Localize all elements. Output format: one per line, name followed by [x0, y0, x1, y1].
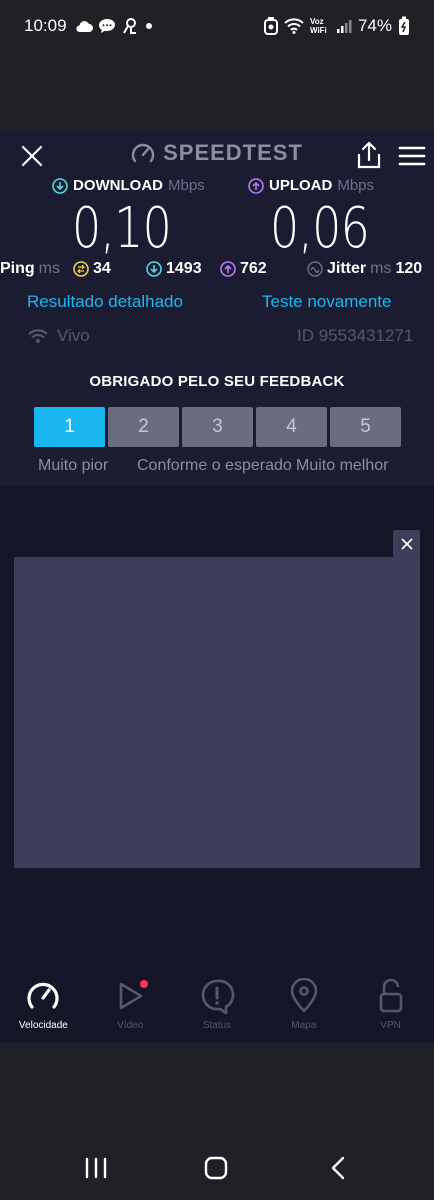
download-ping-icon — [146, 261, 162, 277]
share-icon[interactable] — [355, 140, 383, 170]
rating-button-5[interactable]: 5 — [330, 407, 401, 447]
upload-speed-value: 0,06 — [270, 196, 370, 261]
alarm-icon — [263, 17, 278, 35]
map-pin-icon — [290, 978, 318, 1013]
rating-scale: 1 2 3 4 5 — [34, 407, 401, 447]
results-panel: SPEEDTEST DOWNLOAD Mbps UPLOAD Mbps 0,10… — [0, 130, 434, 485]
rating-button-3[interactable]: 3 — [182, 407, 253, 447]
tab-label-mapa: Mapa — [291, 1020, 317, 1031]
upload-unit: Mbps — [337, 177, 375, 194]
play-icon-wrap — [112, 978, 149, 1014]
rating-button-1[interactable]: 1 — [34, 407, 105, 447]
upload-arrow-icon — [248, 177, 264, 194]
tab-video[interactable]: Vídeo — [87, 966, 174, 1043]
home-icon[interactable] — [202, 1155, 230, 1181]
download-unit: Mbps — [168, 177, 205, 194]
battery-icon — [399, 16, 409, 35]
idle-ping-icon — [73, 261, 89, 277]
jitter-label: Jitter — [327, 260, 367, 277]
tab-label-vpn: VPN — [380, 1020, 401, 1031]
status-time: 10:09 — [24, 16, 67, 35]
tab-label-video: Vídeo — [117, 1020, 144, 1031]
alert-icon — [201, 979, 235, 1014]
latency-stats: Ping ms 34 1493 762 Jitter ms 120 — [0, 260, 434, 280]
upload-title: UPLOAD — [269, 177, 333, 194]
bottom-tab-bar: Velocidade Vídeo Status Mapa VPN — [0, 966, 434, 1043]
ping-idle-value: 34 — [93, 260, 111, 277]
jitter-value: 120 — [395, 260, 423, 277]
activity-icon — [122, 18, 136, 34]
feedback-title: OBRIGADO PELO SEU FEEDBACK — [89, 373, 345, 390]
wifi-provider-icon — [28, 329, 48, 343]
retest-link[interactable]: Teste novamente — [262, 292, 391, 312]
tab-status[interactable]: Status — [174, 966, 261, 1043]
speedtest-app: SPEEDTEST DOWNLOAD Mbps UPLOAD Mbps 0,10… — [0, 130, 434, 1043]
rating-label-expected: Conforme o esperado — [137, 457, 292, 474]
tab-velocidade[interactable]: Velocidade — [0, 966, 87, 1043]
speedometer-logo-icon — [131, 143, 155, 163]
network-label: Voz WiFi — [309, 17, 327, 35]
ad-placeholder[interactable] — [14, 557, 420, 868]
app-title: SPEEDTEST — [163, 140, 303, 165]
ping-download-value: 1493 — [166, 260, 202, 277]
ping-upload-value: 762 — [240, 260, 267, 277]
tab-vpn[interactable]: VPN — [347, 966, 434, 1043]
ping-unit: ms — [38, 260, 60, 277]
jitter-unit: ms — [370, 260, 392, 277]
tab-mapa[interactable]: Mapa — [260, 966, 347, 1043]
rating-button-2[interactable]: 2 — [108, 407, 179, 447]
rating-button-4[interactable]: 4 — [256, 407, 327, 447]
result-id: ID 9553431271 — [297, 326, 414, 345]
wifi-icon — [284, 18, 304, 34]
ping-download: 1493 — [146, 260, 202, 278]
ping-label: Ping — [0, 260, 35, 277]
close-icon — [400, 537, 413, 550]
jitter-icon — [307, 261, 323, 277]
rating-label-worse: Muito pior — [38, 457, 109, 474]
recent-apps-icon[interactable] — [82, 1155, 110, 1181]
ping-upload: 762 — [220, 260, 267, 278]
lock-open-icon — [379, 978, 402, 1013]
rating-label-better: Muito melhor — [296, 457, 389, 474]
download-speed-value: 0,10 — [72, 196, 172, 261]
provider-name: Vivo — [57, 326, 90, 345]
download-arrow-icon — [52, 177, 68, 194]
ping-idle: 34 — [73, 260, 111, 278]
dot-icon — [145, 23, 152, 29]
ad-close-button[interactable] — [393, 530, 420, 557]
ping-label-group: Ping ms — [0, 260, 60, 278]
provider: Vivo — [27, 326, 90, 346]
menu-icon[interactable] — [398, 144, 426, 168]
back-icon[interactable] — [325, 1155, 353, 1181]
upload-ping-icon — [220, 261, 236, 277]
tab-label-status: Status — [202, 1020, 232, 1031]
download-label: DOWNLOAD Mbps — [52, 177, 205, 194]
signal-icon — [336, 20, 352, 33]
upload-label: UPLOAD Mbps — [248, 177, 374, 194]
battery-percent: 74% — [357, 16, 392, 35]
system-navigation-bar — [0, 1140, 434, 1196]
tab-label-velocidade: Velocidade — [18, 1020, 68, 1031]
jitter-group: Jitter ms 120 — [307, 260, 422, 278]
speedometer-icon — [27, 982, 59, 1009]
chat-bubble-icon — [98, 19, 115, 33]
status-bar: 10:09 Voz WiFi 74% — [0, 0, 434, 52]
app-header: SPEEDTEST — [0, 130, 434, 180]
download-title: DOWNLOAD — [73, 177, 163, 194]
detailed-results-link[interactable]: Resultado detalhado — [27, 292, 183, 312]
cloud-icon — [76, 21, 93, 32]
